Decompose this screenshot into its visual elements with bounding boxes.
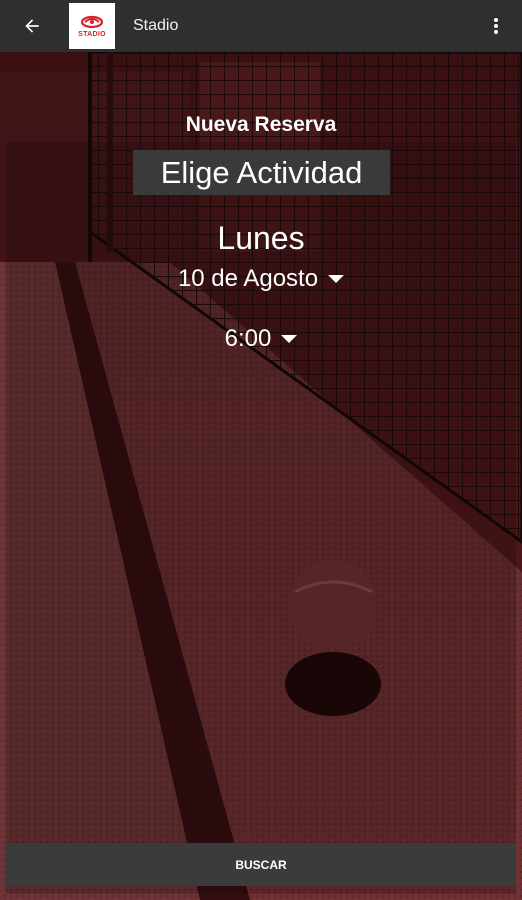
- app-logo: STADIO: [69, 3, 115, 49]
- app-bar: STADIO Stadio: [0, 0, 522, 52]
- day-label: Lunes: [217, 220, 305, 256]
- arrow-left-icon: [25, 19, 39, 33]
- form-title: Nueva Reserva: [185, 113, 337, 136]
- logo-text: STADIO: [78, 31, 106, 38]
- time-dropdown[interactable]: 6:00: [0, 325, 522, 353]
- overflow-menu-button[interactable]: [484, 14, 508, 38]
- logo-mark-icon: [80, 15, 104, 29]
- app-title: Stadio: [133, 17, 179, 34]
- search-button[interactable]: BUSCAR: [6, 843, 516, 886]
- chevron-down-icon: [281, 335, 298, 343]
- more-vertical-icon: [494, 18, 498, 34]
- date-dropdown[interactable]: 10 de Agosto: [0, 265, 522, 293]
- chevron-down-icon: [328, 275, 345, 283]
- back-button[interactable]: [0, 0, 64, 52]
- activity-selector[interactable]: Elige Actividad: [133, 150, 390, 195]
- date-value: 10 de Agosto: [177, 265, 319, 292]
- time-value: 6:00: [224, 325, 272, 352]
